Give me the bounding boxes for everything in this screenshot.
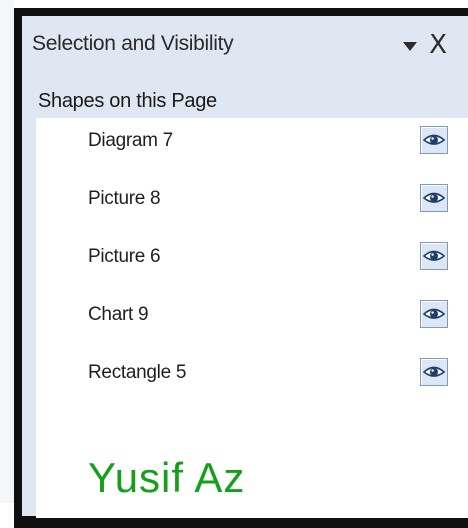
list-item[interactable]: Picture 6	[36, 234, 468, 292]
shape-name: Rectangle 5	[88, 362, 187, 383]
visibility-toggle[interactable]	[420, 300, 448, 328]
shape-name: Chart 9	[88, 304, 149, 325]
close-button[interactable]: X	[426, 31, 450, 59]
eye-icon	[422, 250, 446, 261]
chevron-down-icon[interactable]	[403, 42, 417, 51]
visibility-toggle[interactable]	[420, 358, 448, 386]
shape-name: Diagram 7	[88, 130, 173, 151]
eye-icon	[422, 308, 446, 319]
shape-name: Picture 6	[88, 246, 161, 267]
watermark-text: Yusif Az	[88, 454, 246, 501]
list-item[interactable]: Diagram 7	[36, 118, 468, 176]
eye-icon	[422, 134, 446, 145]
pane-title-bar: Selection and Visibility X	[22, 16, 468, 76]
visibility-toggle[interactable]	[420, 184, 448, 212]
selection-pane: Selection and Visibility X Shapes on thi…	[22, 16, 468, 518]
eye-icon	[422, 366, 446, 377]
list-item[interactable]: Chart 9	[36, 292, 468, 350]
eye-icon	[422, 192, 446, 203]
background-strip	[0, 0, 14, 503]
visibility-toggle[interactable]	[420, 242, 448, 270]
list-item[interactable]: Picture 8	[36, 176, 468, 234]
pane-title: Selection and Visibility	[32, 32, 234, 55]
section-label: Shapes on this Page	[38, 90, 217, 112]
visibility-toggle[interactable]	[420, 126, 448, 154]
list-item[interactable]: Rectangle 5	[36, 350, 468, 408]
shape-name: Picture 8	[88, 188, 161, 209]
